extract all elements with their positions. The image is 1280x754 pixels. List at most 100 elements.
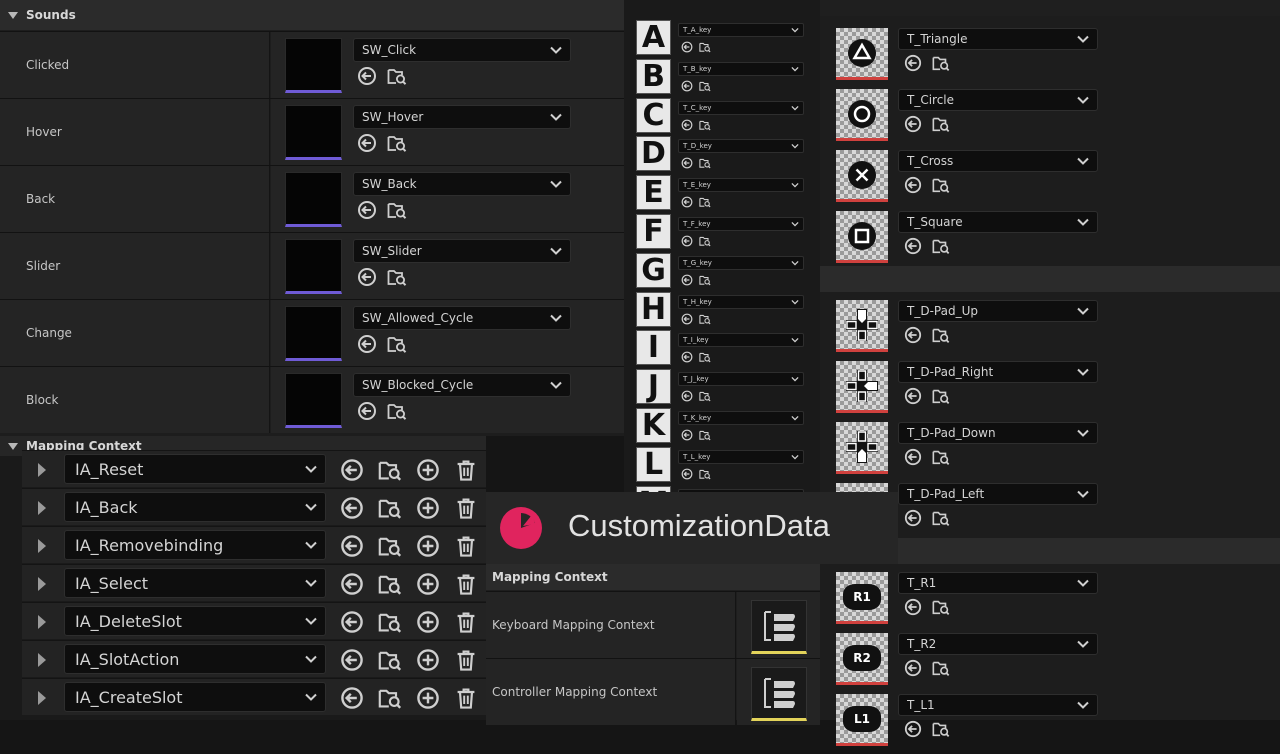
key-texture-thumbnail[interactable]: A	[636, 20, 671, 55]
add-element-icon[interactable]	[416, 496, 440, 520]
use-selected-icon[interactable]	[681, 468, 693, 480]
use-selected-icon[interactable]	[681, 351, 693, 363]
key-texture-thumbnail[interactable]: K	[636, 408, 671, 443]
use-selected-icon[interactable]	[340, 686, 364, 710]
browse-asset-icon[interactable]	[378, 686, 402, 710]
key-texture-thumbnail[interactable]: L	[636, 446, 671, 482]
controller-texture-thumbnail[interactable]	[836, 150, 888, 202]
use-selected-icon[interactable]	[904, 387, 922, 405]
use-selected-icon[interactable]	[357, 200, 377, 220]
add-element-icon[interactable]	[416, 648, 440, 672]
controller-texture-picker[interactable]: T_R2	[898, 633, 1098, 655]
add-element-icon[interactable]	[416, 458, 440, 482]
controller-texture-thumbnail[interactable]	[836, 361, 888, 413]
browse-asset-icon[interactable]	[378, 458, 402, 482]
use-selected-icon[interactable]	[340, 648, 364, 672]
browse-asset-icon[interactable]	[699, 196, 711, 208]
controller-texture-picker[interactable]: T_L1	[898, 694, 1098, 716]
expand-arrow-icon[interactable]	[38, 691, 46, 705]
key-texture-thumbnail[interactable]: B	[636, 58, 671, 94]
key-texture-picker[interactable]: T_E_key	[678, 178, 804, 193]
controller-texture-thumbnail[interactable]	[836, 211, 888, 263]
controller-texture-thumbnail[interactable]	[836, 89, 888, 141]
key-texture-picker[interactable]: T_L_key	[678, 449, 804, 464]
delete-element-icon[interactable]	[454, 534, 478, 558]
use-selected-icon[interactable]	[681, 390, 693, 402]
browse-asset-icon[interactable]	[387, 66, 407, 86]
browse-asset-icon[interactable]	[699, 119, 711, 131]
key-texture-thumbnail[interactable]: H	[636, 291, 671, 327]
browse-asset-icon[interactable]	[378, 648, 402, 672]
sound-asset-picker[interactable]: SW_Click	[353, 38, 571, 62]
use-selected-icon[interactable]	[904, 659, 922, 677]
add-element-icon[interactable]	[416, 610, 440, 634]
key-texture-picker[interactable]: T_D_key	[678, 139, 804, 154]
expand-arrow-icon[interactable]	[38, 501, 46, 515]
browse-asset-icon[interactable]	[932, 326, 950, 344]
browse-asset-icon[interactable]	[699, 351, 711, 363]
browse-asset-icon[interactable]	[378, 610, 402, 634]
sound-asset-picker[interactable]: SW_Hover	[353, 105, 571, 129]
controller-texture-thumbnail[interactable]	[836, 422, 888, 474]
browse-asset-icon[interactable]	[387, 200, 407, 220]
use-selected-icon[interactable]	[904, 115, 922, 133]
browse-asset-icon[interactable]	[699, 313, 711, 325]
use-selected-icon[interactable]	[681, 313, 693, 325]
input-action-picker[interactable]: IA_Reset	[64, 454, 326, 484]
controller-texture-thumbnail[interactable]: R2	[836, 633, 888, 685]
browse-asset-icon[interactable]	[699, 468, 711, 480]
use-selected-icon[interactable]	[357, 133, 377, 153]
mapping-context-thumbnail[interactable]	[751, 600, 807, 654]
browse-asset-icon[interactable]	[932, 115, 950, 133]
browse-asset-icon[interactable]	[699, 274, 711, 286]
browse-asset-icon[interactable]	[932, 54, 950, 72]
use-selected-icon[interactable]	[340, 458, 364, 482]
sound-asset-thumbnail[interactable]	[285, 306, 342, 361]
use-selected-icon[interactable]	[904, 720, 922, 738]
key-texture-picker[interactable]: T_G_key	[678, 255, 804, 270]
use-selected-icon[interactable]	[904, 54, 922, 72]
use-selected-icon[interactable]	[681, 80, 693, 92]
controller-texture-picker[interactable]: T_D-Pad_Down	[898, 422, 1098, 444]
controller-texture-picker[interactable]: T_Cross	[898, 150, 1098, 172]
key-texture-picker[interactable]: T_A_key	[678, 23, 804, 37]
key-texture-thumbnail[interactable]: G	[636, 252, 671, 288]
key-texture-picker[interactable]: T_J_key	[678, 372, 804, 387]
sound-asset-picker[interactable]: SW_Slider	[353, 239, 571, 263]
delete-element-icon[interactable]	[454, 572, 478, 596]
browse-asset-icon[interactable]	[932, 720, 950, 738]
use-selected-icon[interactable]	[340, 610, 364, 634]
use-selected-icon[interactable]	[357, 66, 377, 86]
use-selected-icon[interactable]	[904, 509, 922, 527]
use-selected-icon[interactable]	[681, 41, 693, 53]
browse-asset-icon[interactable]	[699, 80, 711, 92]
browse-asset-icon[interactable]	[932, 448, 950, 466]
use-selected-icon[interactable]	[904, 237, 922, 255]
sound-asset-thumbnail[interactable]	[285, 105, 342, 160]
controller-texture-picker[interactable]: T_Circle	[898, 89, 1098, 111]
sound-asset-thumbnail[interactable]	[285, 239, 342, 294]
browse-asset-icon[interactable]	[699, 429, 711, 441]
input-action-picker[interactable]: IA_Back	[64, 492, 326, 522]
sounds-category-header[interactable]: Sounds	[0, 0, 624, 30]
expand-arrow-icon[interactable]	[38, 615, 46, 629]
key-texture-picker[interactable]: T_H_key	[678, 294, 804, 309]
use-selected-icon[interactable]	[340, 534, 364, 558]
controller-texture-thumbnail[interactable]	[836, 300, 888, 352]
sound-asset-picker[interactable]: SW_Back	[353, 172, 571, 196]
expand-arrow-icon[interactable]	[38, 653, 46, 667]
use-selected-icon[interactable]	[681, 157, 693, 169]
use-selected-icon[interactable]	[357, 334, 377, 354]
use-selected-icon[interactable]	[681, 235, 693, 247]
controller-texture-picker[interactable]: T_Square	[898, 211, 1098, 233]
delete-element-icon[interactable]	[454, 648, 478, 672]
controller-texture-picker[interactable]: T_Triangle	[898, 28, 1098, 50]
browse-asset-icon[interactable]	[932, 387, 950, 405]
use-selected-icon[interactable]	[681, 119, 693, 131]
controller-texture-picker[interactable]: T_D-Pad_Right	[898, 361, 1098, 383]
input-action-picker[interactable]: IA_CreateSlot	[64, 682, 326, 712]
key-texture-thumbnail[interactable]: C	[636, 97, 671, 133]
mapping-context-section-header[interactable]: Mapping Context	[486, 564, 820, 590]
controller-texture-thumbnail[interactable]: R1	[836, 572, 888, 624]
key-texture-picker[interactable]: T_B_key	[678, 61, 804, 76]
